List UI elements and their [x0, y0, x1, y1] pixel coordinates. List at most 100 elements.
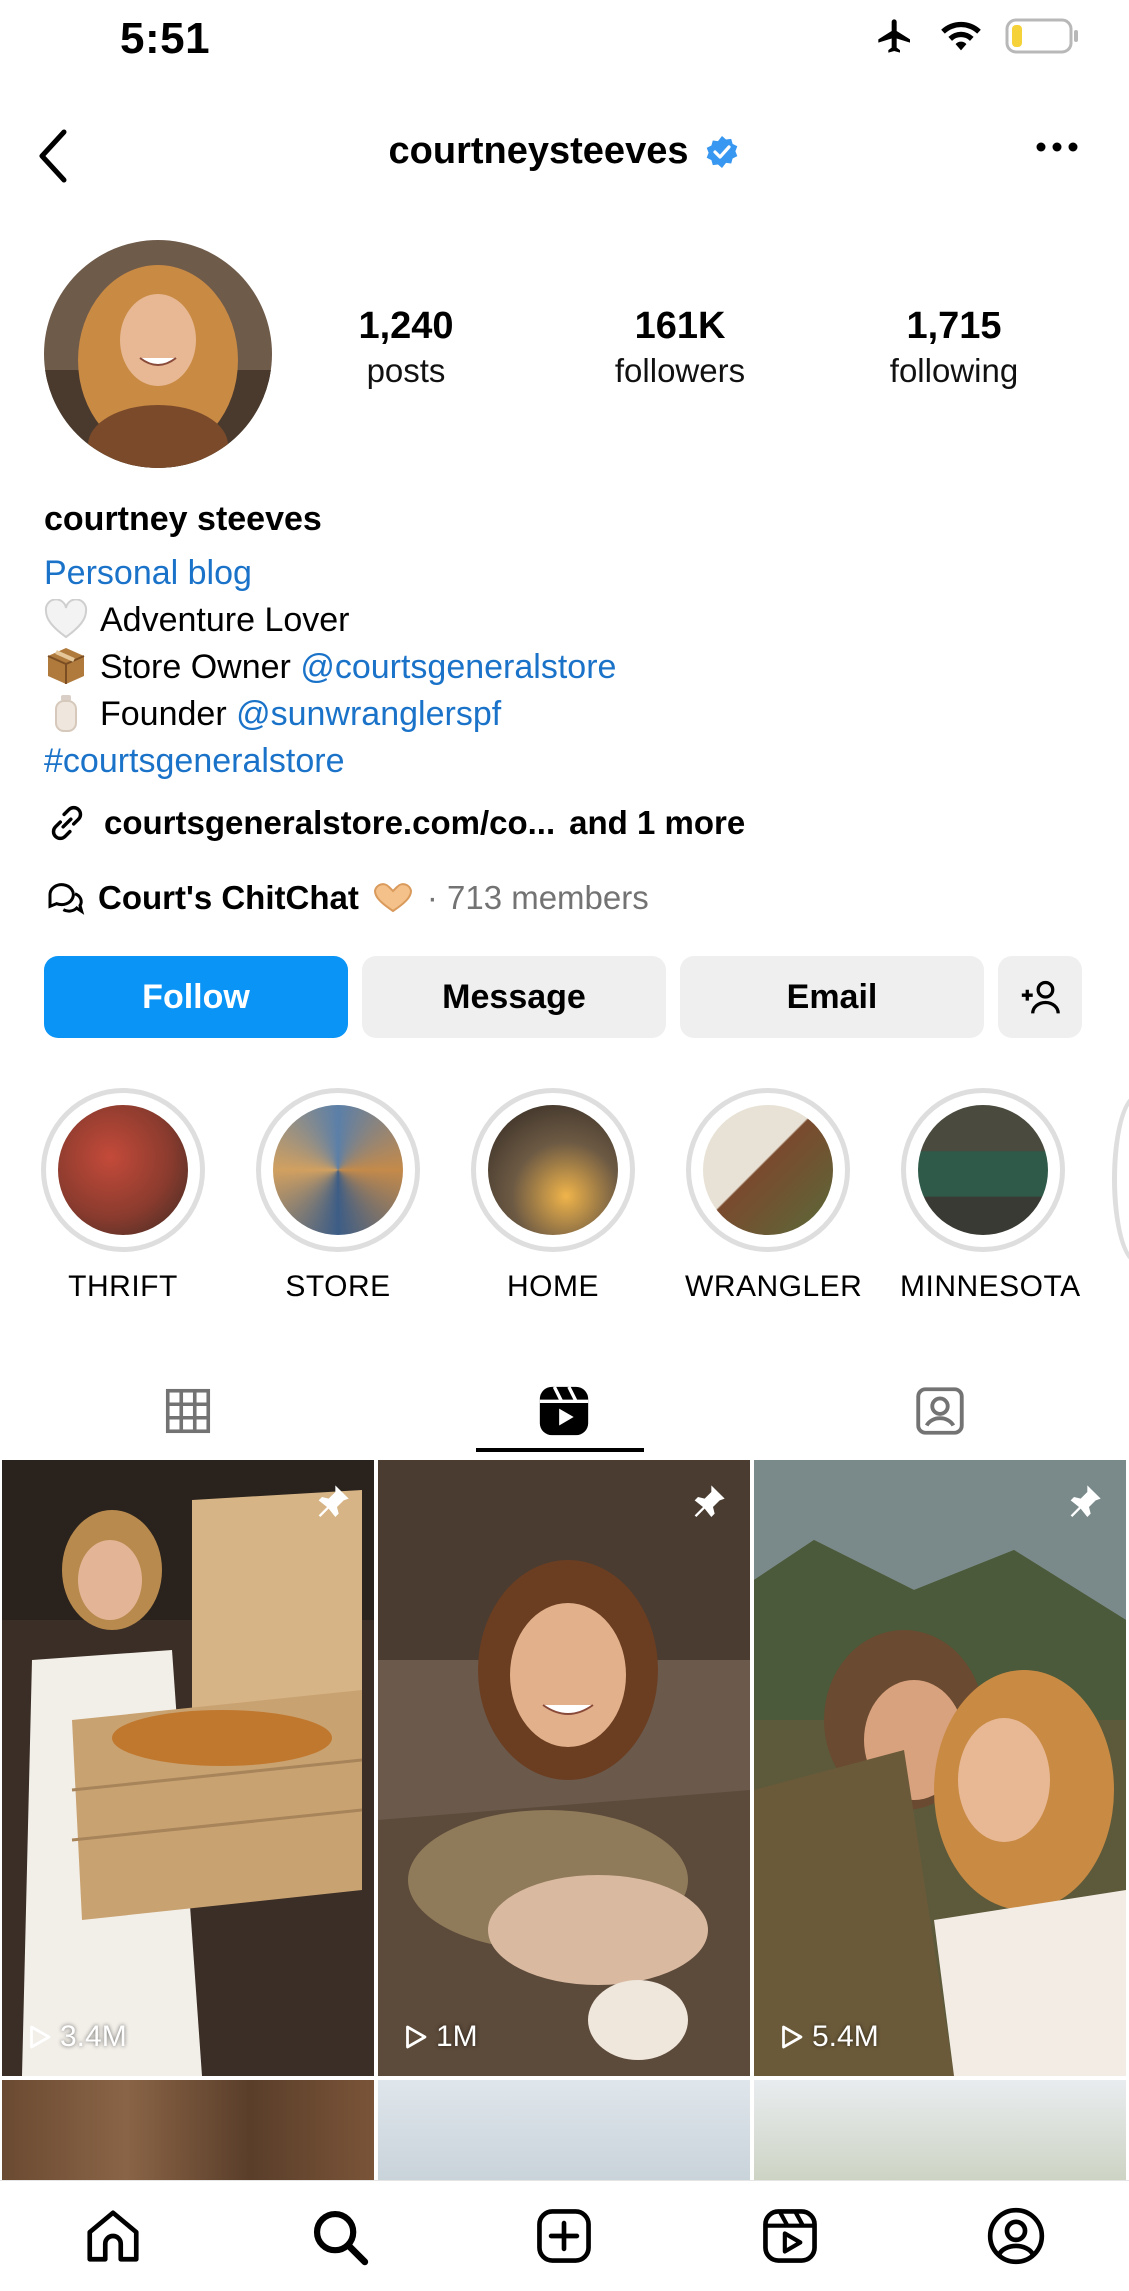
stat-number: 1,240 [358, 305, 454, 347]
highlight-store[interactable]: STORE [255, 1088, 421, 1304]
package-icon [47, 648, 85, 684]
suggest-users-button[interactable] [998, 956, 1082, 1038]
reel-thumbnail-partial[interactable] [754, 2080, 1126, 2180]
following-count[interactable]: 1,715 following [854, 305, 1054, 394]
airplane-icon [878, 19, 910, 53]
highlight-label: MINNESOTA [900, 1270, 1081, 1303]
highlight-thrift[interactable]: THRIFT [40, 1088, 206, 1304]
highlight-wrangler[interactable]: WRANGLER [685, 1088, 863, 1304]
highlight-ring [41, 1088, 205, 1252]
channel-name: Court's ChitChat [98, 879, 359, 916]
home-icon [87, 2210, 139, 2262]
display-name: courtney steeves [44, 500, 322, 538]
nav-create[interactable] [514, 2191, 614, 2281]
external-link-row[interactable]: courtsgeneralstore.com/co... and 1 more [44, 800, 745, 846]
reel-image [2, 1460, 374, 2076]
nav-home[interactable] [63, 2191, 163, 2281]
channel-members: · 713 members [426, 879, 649, 916]
verified-badge-icon [707, 135, 738, 168]
follow-button[interactable]: Follow [44, 956, 348, 1038]
bio-line-2: Store Owner @courtsgeneralstore [44, 644, 616, 691]
reel-thumbnail-partial[interactable] [2, 2080, 374, 2180]
grid-icon [165, 1388, 211, 1434]
store-mention-link[interactable]: @courtsgeneralstore [300, 648, 616, 686]
highlight-ring [686, 1088, 850, 1252]
status-icons [873, 16, 1079, 56]
search-icon [313, 2210, 368, 2266]
add-person-icon [1021, 980, 1060, 1014]
pinned-icon [688, 1482, 728, 1527]
bottom-navigation [0, 2180, 1129, 2291]
profile-icon [987, 2207, 1045, 2265]
message-button[interactable]: Message [362, 956, 666, 1038]
active-tab-indicator [476, 1448, 644, 1452]
stat-label: followers [614, 351, 746, 389]
chat-bubbles-icon [48, 883, 85, 915]
highlight-ring [471, 1088, 635, 1252]
bio-text: Store Owner [100, 648, 291, 686]
nav-reels[interactable] [740, 2191, 840, 2281]
play-icon [406, 2025, 427, 2049]
highlight-partial[interactable] [1112, 1094, 1129, 1264]
bio-line-3: Founder @sunwranglerspf [44, 691, 501, 738]
pinned-icon [312, 1482, 352, 1527]
reel-view-count: 5.4M [812, 2020, 879, 2053]
highlight-minnesota[interactable]: MINNESOTA [900, 1088, 1081, 1304]
tab-tagged[interactable] [752, 1366, 1128, 1456]
reel-thumbnail[interactable]: 3.4M [2, 1460, 374, 2076]
profile-tabs [0, 1366, 1129, 1456]
profile-avatar[interactable] [44, 240, 272, 468]
stat-label: following [889, 351, 1019, 389]
tagged-icon [916, 1387, 964, 1435]
reel-views: 5.4M [776, 2020, 879, 2054]
followers-count[interactable]: 161K followers [580, 305, 780, 394]
battery-icon [1005, 18, 1078, 54]
external-link[interactable]: courtsgeneralstore.com/co... [104, 804, 555, 842]
highlight-label: STORE [285, 1270, 391, 1303]
brand-mention-link[interactable]: @sunwranglerspf [236, 695, 501, 733]
reel-thumbnail[interactable]: 5.4M [754, 1460, 1126, 2076]
email-button[interactable]: Email [680, 956, 984, 1038]
heart-hands-icon [373, 883, 412, 913]
category-link[interactable]: Personal blog [44, 550, 252, 597]
username-title: courtneysteeves [388, 130, 689, 172]
stat-label: posts [366, 351, 446, 389]
reel-views: 1M [400, 2020, 478, 2054]
more-links[interactable]: and 1 more [569, 804, 745, 842]
stat-number: 161K [634, 305, 726, 347]
ellipsis-icon [1036, 142, 1078, 152]
reel-view-count: 3.4M [60, 2020, 127, 2053]
posts-count[interactable]: 1,240 posts [306, 305, 506, 394]
highlight-cover [58, 1105, 188, 1235]
broadcast-channel-row[interactable]: Court's ChitChat · 713 members [44, 878, 649, 918]
highlight-label: THRIFT [68, 1270, 178, 1303]
avatar-image [44, 240, 272, 468]
bio-text: Adventure Lover [100, 601, 350, 639]
reel-thumbnail[interactable]: 1M [378, 1460, 750, 2076]
status-time: 5:51 [120, 14, 211, 63]
reel-image [754, 1460, 1126, 2076]
pinned-icon [1064, 1482, 1104, 1527]
nav-profile[interactable] [966, 2191, 1066, 2281]
highlight-cover [703, 1105, 833, 1235]
tab-reels[interactable] [376, 1366, 752, 1456]
create-post-icon [537, 2209, 592, 2263]
highlight-label: HOME [507, 1270, 599, 1303]
highlight-ring [901, 1088, 1065, 1252]
reel-image [378, 1460, 750, 2076]
highlight-home[interactable]: HOME [470, 1088, 636, 1304]
reel-view-count: 1M [436, 2020, 478, 2053]
more-options-button[interactable] [1035, 140, 1079, 158]
reels-nav-icon [763, 2209, 818, 2263]
highlight-cover [488, 1105, 618, 1235]
nav-search[interactable] [289, 2191, 389, 2281]
hashtag-link[interactable]: #courtsgeneralstore [44, 738, 345, 785]
highlight-ring [256, 1088, 420, 1252]
reel-thumbnail-partial[interactable] [378, 2080, 750, 2180]
white-heart-icon [44, 599, 88, 639]
reel-views: 3.4M [24, 2020, 127, 2054]
bio-line-1: Adventure Lover [44, 597, 350, 644]
highlight-label: WRANGLER [685, 1270, 863, 1303]
tab-posts-grid[interactable] [0, 1366, 376, 1456]
lotion-bottle-icon [55, 695, 77, 732]
